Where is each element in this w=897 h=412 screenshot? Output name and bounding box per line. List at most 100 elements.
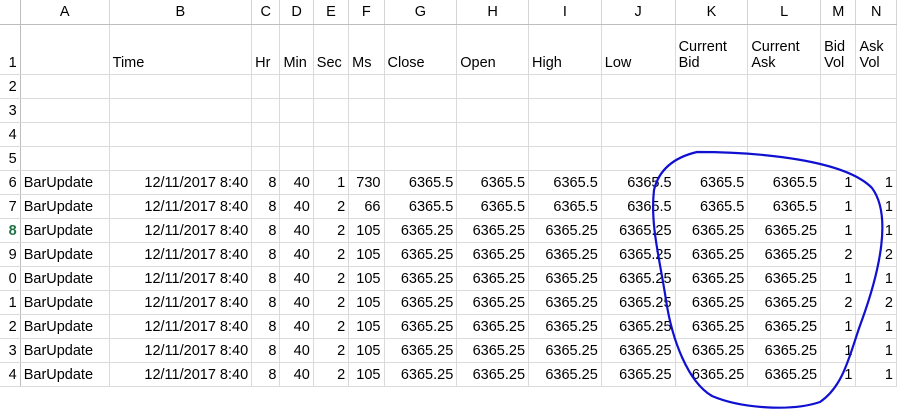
- cell[interactable]: [675, 122, 749, 147]
- cell[interactable]: [675, 98, 749, 123]
- select-all-corner[interactable]: [0, 0, 21, 25]
- cell[interactable]: 12/11/2017 8:40: [109, 362, 253, 387]
- cell[interactable]: 6365.25: [384, 242, 458, 267]
- cell[interactable]: [279, 74, 314, 99]
- cell[interactable]: 8: [251, 266, 281, 291]
- cell[interactable]: 6365.25: [456, 242, 530, 267]
- row-number[interactable]: 6: [0, 170, 21, 195]
- cell[interactable]: 8: [251, 362, 281, 387]
- cell[interactable]: [855, 146, 897, 171]
- cell[interactable]: 6365.25: [675, 290, 749, 315]
- cell[interactable]: 66: [348, 194, 385, 219]
- header-cell[interactable]: Min: [279, 24, 314, 75]
- cell[interactable]: [251, 146, 281, 171]
- cell[interactable]: [251, 122, 281, 147]
- cell[interactable]: [747, 146, 822, 171]
- cell[interactable]: 2: [313, 266, 350, 291]
- cell[interactable]: 6365.25: [747, 338, 822, 363]
- cell[interactable]: [109, 98, 253, 123]
- row-number[interactable]: 8: [0, 218, 21, 243]
- cell[interactable]: BarUpdate: [20, 338, 110, 363]
- header-cell[interactable]: Close: [384, 24, 458, 75]
- row-number[interactable]: 0: [0, 266, 21, 291]
- cell[interactable]: 12/11/2017 8:40: [109, 338, 253, 363]
- cell[interactable]: [20, 146, 110, 171]
- cell[interactable]: [251, 74, 281, 99]
- cell[interactable]: [456, 74, 530, 99]
- cell[interactable]: 2: [313, 194, 350, 219]
- column-header[interactable]: N: [855, 0, 897, 25]
- cell[interactable]: 40: [279, 218, 314, 243]
- cell[interactable]: 6365.5: [747, 170, 822, 195]
- cell[interactable]: 6365.5: [601, 170, 676, 195]
- cell[interactable]: 6365.25: [601, 338, 676, 363]
- cell[interactable]: 6365.5: [384, 194, 458, 219]
- cell[interactable]: [384, 74, 458, 99]
- cell[interactable]: BarUpdate: [20, 242, 110, 267]
- cell[interactable]: [528, 74, 602, 99]
- row-number[interactable]: 1: [0, 24, 21, 75]
- cell[interactable]: [313, 146, 350, 171]
- cell[interactable]: 8: [251, 194, 281, 219]
- cell[interactable]: 6365.25: [456, 266, 530, 291]
- header-cell[interactable]: Bid Vol: [820, 24, 857, 75]
- cell[interactable]: 6365.25: [747, 266, 822, 291]
- cell[interactable]: 6365.25: [747, 218, 822, 243]
- cell[interactable]: 6365.5: [601, 194, 676, 219]
- cell[interactable]: [820, 146, 857, 171]
- cell[interactable]: [348, 98, 385, 123]
- cell[interactable]: 6365.25: [528, 218, 602, 243]
- cell[interactable]: 6365.25: [384, 338, 458, 363]
- cell[interactable]: 40: [279, 314, 314, 339]
- cell[interactable]: 6365.25: [675, 242, 749, 267]
- cell[interactable]: 1: [820, 314, 857, 339]
- cell[interactable]: [528, 98, 602, 123]
- cell[interactable]: 40: [279, 266, 314, 291]
- cell[interactable]: 2: [855, 290, 897, 315]
- column-header[interactable]: I: [528, 0, 602, 25]
- cell[interactable]: 6365.25: [384, 266, 458, 291]
- cell[interactable]: 40: [279, 338, 314, 363]
- cell[interactable]: 6365.25: [528, 266, 602, 291]
- column-header[interactable]: M: [820, 0, 857, 25]
- cell[interactable]: 6365.25: [675, 218, 749, 243]
- cell[interactable]: [384, 98, 458, 123]
- cell[interactable]: 2: [313, 362, 350, 387]
- cell[interactable]: 1: [855, 194, 897, 219]
- cell[interactable]: 6365.25: [384, 218, 458, 243]
- cell[interactable]: 6365.5: [747, 194, 822, 219]
- cell[interactable]: [747, 98, 822, 123]
- cell[interactable]: [279, 122, 314, 147]
- cell[interactable]: [384, 122, 458, 147]
- cell[interactable]: 6365.25: [675, 338, 749, 363]
- cell[interactable]: 6365.25: [456, 362, 530, 387]
- row-number[interactable]: 2: [0, 74, 21, 99]
- cell[interactable]: 2: [313, 290, 350, 315]
- column-header[interactable]: D: [279, 0, 314, 25]
- header-cell[interactable]: Ms: [348, 24, 385, 75]
- cell[interactable]: [528, 122, 602, 147]
- row-number[interactable]: 7: [0, 194, 21, 219]
- cell[interactable]: 6365.25: [601, 290, 676, 315]
- row-number[interactable]: 2: [0, 314, 21, 339]
- cell[interactable]: [456, 98, 530, 123]
- cell[interactable]: [313, 98, 350, 123]
- cell[interactable]: [747, 122, 822, 147]
- cell[interactable]: 105: [348, 290, 385, 315]
- cell[interactable]: [313, 122, 350, 147]
- cell[interactable]: [855, 122, 897, 147]
- cell[interactable]: 6365.25: [528, 242, 602, 267]
- cell[interactable]: [456, 122, 530, 147]
- cell[interactable]: 6365.5: [456, 194, 530, 219]
- cell[interactable]: 12/11/2017 8:40: [109, 266, 253, 291]
- cell[interactable]: 12/11/2017 8:40: [109, 290, 253, 315]
- cell[interactable]: BarUpdate: [20, 362, 110, 387]
- header-cell[interactable]: Time: [109, 24, 253, 75]
- cell[interactable]: 12/11/2017 8:40: [109, 218, 253, 243]
- header-cell[interactable]: Current Ask: [747, 24, 822, 75]
- cell[interactable]: 6365.5: [675, 194, 749, 219]
- cell[interactable]: 6365.5: [384, 170, 458, 195]
- cell[interactable]: [675, 74, 749, 99]
- cell[interactable]: 6365.25: [747, 290, 822, 315]
- cell[interactable]: 6365.25: [384, 362, 458, 387]
